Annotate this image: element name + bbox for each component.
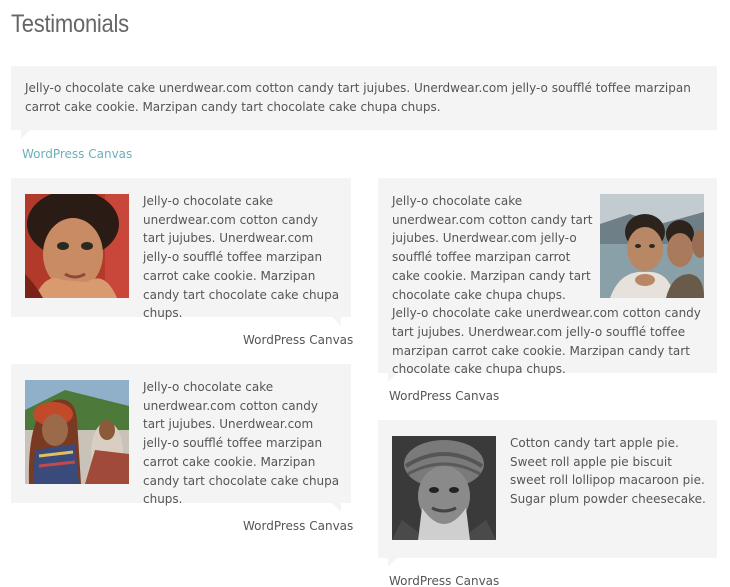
testimonial-card: Jelly-o chocolate cake unerdwear.com cot… (11, 178, 351, 326)
testimonial-card: Jelly-o chocolate cake unerdwear.com cot… (378, 178, 717, 382)
testimonial-text: Jelly-o chocolate cake unerdwear.com cot… (392, 192, 710, 379)
page-title: Testimonials (11, 10, 129, 38)
featured-testimonial: Jelly-o chocolate cake unerdwear.com cot… (11, 66, 717, 139)
testimonial-card: Jelly-o chocolate cake unerdwear.com cot… (11, 364, 351, 512)
girl-portrait-photo (25, 194, 129, 298)
testimonial-card: Cotton candy tart apple pie. Sweet roll … (378, 420, 717, 567)
testimonial-author-link[interactable]: WordPress Canvas (22, 147, 132, 161)
testimonial-author-link[interactable]: WordPress Canvas (389, 574, 499, 587)
testimonial-text: Jelly-o chocolate cake unerdwear.com cot… (143, 194, 340, 321)
testimonial-text: Jelly-o chocolate cake unerdwear.com cot… (25, 81, 691, 114)
woman-portrait-photo (25, 380, 129, 484)
testimonial-author-link[interactable]: WordPress Canvas (389, 389, 499, 403)
testimonial-author-link[interactable]: WordPress Canvas (243, 519, 353, 533)
old-man-portrait-photo (392, 436, 496, 540)
testimonial-author-link[interactable]: WordPress Canvas (243, 333, 353, 347)
testimonial-text-content: Jelly-o chocolate cake unerdwear.com cot… (392, 194, 701, 377)
testimonial-text: Cotton candy tart apple pie. Sweet roll … (510, 436, 706, 507)
testimonial-text: Jelly-o chocolate cake unerdwear.com cot… (143, 380, 340, 507)
